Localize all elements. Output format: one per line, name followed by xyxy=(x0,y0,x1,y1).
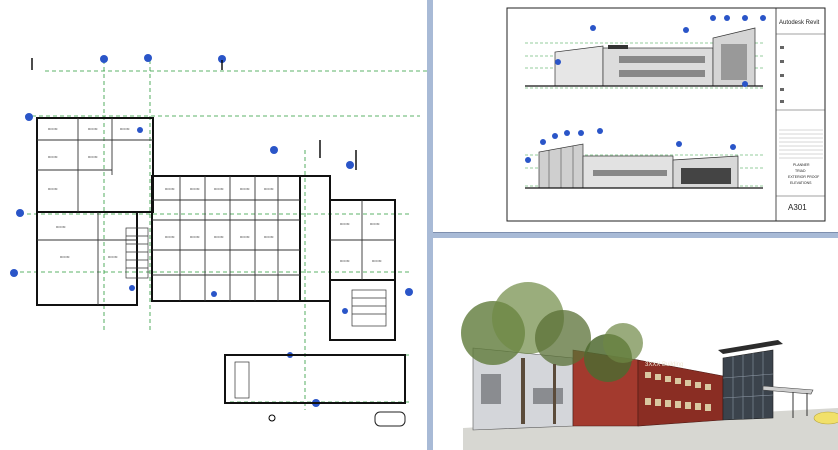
svg-text:ROOM: ROOM xyxy=(165,187,175,191)
floor-plan-view[interactable]: ROOM ROOM ROOM ROOM ROOM ROOM ROOM ROOM ROOM R… xyxy=(0,0,428,450)
svg-text:ROOM: ROOM xyxy=(190,187,200,191)
svg-text:ROOM: ROOM xyxy=(60,255,70,259)
svg-text:ROOM: ROOM xyxy=(190,235,200,239)
title-line-1: PLANNER xyxy=(793,163,810,167)
svg-text:ROOM: ROOM xyxy=(88,155,98,159)
svg-text:ROOM: ROOM xyxy=(264,187,274,191)
title-block-brand: Autodesk Revit xyxy=(779,20,820,26)
svg-text:ROOM: ROOM xyxy=(88,127,98,131)
svg-text:ROOM: ROOM xyxy=(120,127,130,131)
title-line-3: EXTERIOR PROOF xyxy=(788,175,820,179)
floor-plan-drawing[interactable]: ROOM ROOM ROOM ROOM ROOM ROOM ROOM ROOM ROOM R… xyxy=(0,0,427,450)
title-line-2: TRIAD xyxy=(795,169,806,173)
3d-render-view[interactable]: 3XXX Building xyxy=(433,238,838,450)
car-symbol xyxy=(374,411,406,427)
svg-text:ROOM: ROOM xyxy=(240,187,250,191)
grid-lines xyxy=(20,60,427,410)
svg-text:ROOM: ROOM xyxy=(214,187,224,191)
svg-text:ROOM: ROOM xyxy=(264,235,274,239)
svg-text:ROOM: ROOM xyxy=(372,259,382,263)
svg-text:ROOM: ROOM xyxy=(108,255,118,259)
svg-text:ROOM: ROOM xyxy=(340,222,350,226)
svg-text:ROOM: ROOM xyxy=(56,225,66,229)
column-marks xyxy=(31,58,357,170)
svg-text:ROOM: ROOM xyxy=(165,235,175,239)
building-walls xyxy=(36,117,406,404)
svg-text:ROOM: ROOM xyxy=(48,187,58,191)
render-sign-text: 3XXX Building xyxy=(645,362,683,368)
title-line-4: ELEVATIONS xyxy=(790,181,812,185)
svg-text:ROOM: ROOM xyxy=(370,222,380,226)
3d-render: 3XXX Building xyxy=(433,238,838,450)
svg-text:ROOM: ROOM xyxy=(48,127,58,131)
svg-text:ROOM: ROOM xyxy=(340,259,350,263)
car-icon xyxy=(813,411,838,425)
elevations-sheet-view[interactable]: Autodesk Revit PLANNER TRIAD EXTERIOR PR… xyxy=(433,0,838,233)
sheet-border xyxy=(506,7,826,222)
svg-text:ROOM: ROOM xyxy=(48,155,58,159)
svg-text:ROOM: ROOM xyxy=(240,235,250,239)
elevations-sheet[interactable] xyxy=(433,0,838,232)
north-arrow-icon xyxy=(268,414,276,422)
sheet-number: A301 xyxy=(788,203,807,212)
glass-entrance xyxy=(722,349,774,421)
svg-text:ROOM: ROOM xyxy=(214,235,224,239)
